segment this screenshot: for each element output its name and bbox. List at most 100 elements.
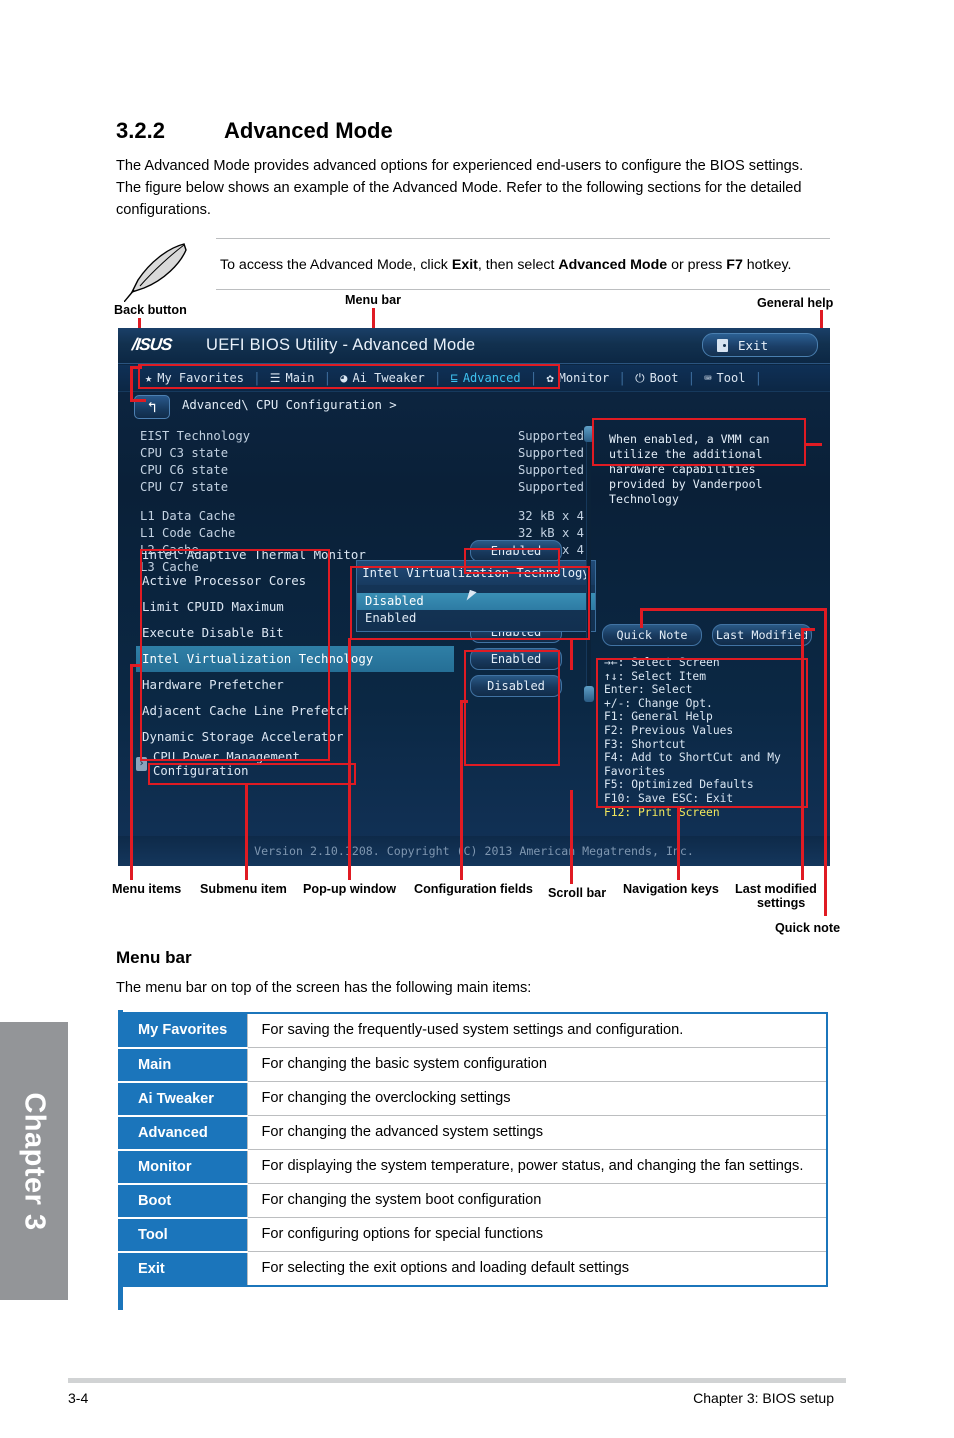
note-bold-advanced-mode: Advanced Mode: [558, 257, 668, 273]
scrollbar-thumb-down[interactable]: [584, 686, 594, 702]
leader-submenu-item: [245, 866, 248, 880]
callout-general-help: General help: [757, 296, 834, 310]
leader-menu-items: [130, 866, 133, 880]
quick-note-button[interactable]: Quick Note: [602, 624, 702, 646]
annotation-bracket-back-vert: [130, 366, 133, 402]
scrollbar-track[interactable]: [586, 440, 591, 688]
info-label: CPU C7 state: [140, 480, 229, 494]
leader-popup-window: [348, 866, 351, 880]
table-cell-key: Exit: [119, 1251, 247, 1286]
table-row: Exit For selecting the exit options and …: [119, 1251, 827, 1286]
annotation-leader-config: [460, 700, 463, 867]
scroll-bar[interactable]: [584, 426, 594, 702]
menu-item-tool-label: Tool: [716, 371, 746, 385]
menu-item-tool[interactable]: ⌨ Tool: [695, 371, 754, 385]
leader-last-modified: [801, 866, 804, 880]
section-number: 3.2.2: [116, 118, 165, 143]
exit-button[interactable]: Exit: [702, 333, 818, 357]
quill-pen-icon: [124, 243, 187, 302]
table-row: Boot For changing the system boot config…: [119, 1183, 827, 1219]
leader-quick-note: [824, 866, 827, 916]
footer-page-number: 3-4: [68, 1390, 89, 1406]
document-page: Chapter 3 3.2.2 Advanced Mode The Advance…: [0, 0, 954, 1438]
toolbox-icon: ⌨: [704, 371, 712, 385]
table-cell-key: Monitor: [119, 1149, 247, 1185]
table-cell-value: For configuring options for special func…: [246, 1217, 827, 1252]
last-modified-button[interactable]: Last Modified: [712, 624, 812, 646]
annotation-leader-popup: [348, 638, 351, 868]
annotation-box-config-field-top: [464, 548, 560, 574]
annotation-box-navigation-keys: [596, 658, 808, 808]
leader-navigation-keys: [677, 866, 680, 880]
callout-last-modified-line1: Last modified: [735, 882, 817, 896]
table-row: Main For changing the basic system confi…: [119, 1047, 827, 1083]
table-cell-key: Advanced: [119, 1115, 247, 1151]
annotation-leader-navkeys: [677, 806, 680, 868]
table-row: CPU C3 state Supported: [140, 445, 584, 462]
annotation-box-menu-items: [140, 549, 330, 761]
callout-quick-note: Quick note: [775, 921, 841, 935]
note-text-2: , then select: [477, 257, 559, 273]
callout-last-modified-settings: Last modified settings: [735, 882, 817, 910]
menubar-paragraph: The menu bar on top of the screen has th…: [116, 980, 532, 996]
info-value: Supported: [517, 480, 584, 494]
menu-item-monitor-label: Monitor: [558, 371, 610, 385]
table-row: Tool For configuring options for special…: [119, 1217, 827, 1253]
info-value: Supported: [517, 429, 584, 443]
cache-label: L1 Data Cache: [140, 509, 236, 523]
annotation-connector-quicknote-row: [640, 608, 826, 611]
callout-configuration-fields: Configuration fields: [414, 882, 533, 896]
asus-logo: /ISUS: [131, 335, 173, 354]
power-icon: ⏻: [635, 371, 645, 385]
callout-back-button: Back button: [114, 303, 187, 317]
callout-menu-items: Menu items: [112, 882, 182, 896]
annotation-connector-lastmodified: [801, 628, 815, 631]
bios-header: /ISUS UEFI BIOS Utility - Advanced Mode …: [118, 328, 830, 364]
leader-configuration-fields: [460, 866, 463, 880]
menubar-table: My Favorites For saving the frequently-u…: [118, 1012, 828, 1287]
section-intro: The Advanced Mode provides advanced opti…: [116, 158, 804, 218]
table-row: My Favorites For saving the frequently-u…: [119, 1013, 827, 1049]
table-cell-value: For changing the basic system configurat…: [246, 1047, 827, 1082]
info-value: Supported: [517, 463, 584, 477]
door-exit-icon: [717, 338, 728, 352]
annotation-box-config-fields: [464, 650, 560, 766]
bios-title: UEFI BIOS Utility - Advanced Mode: [206, 336, 476, 354]
annotation-leader-scrollbar-bottom: [570, 790, 573, 868]
bios-version-footer: Version 2.10.1208. Copyright (C) 2013 Am…: [118, 836, 830, 866]
note-rule-top: [216, 238, 830, 239]
note-bold-exit: Exit: [451, 257, 478, 273]
note-box: To access the Advanced Mode, click Exit,…: [116, 238, 830, 302]
quick-buttons: Quick Note Last Modified: [602, 624, 814, 646]
menu-item-boot-label: Boot: [649, 371, 679, 385]
footer-chapter-title: Chapter 3: BIOS setup: [693, 1390, 834, 1406]
cache-label: L1 Code Cache: [140, 526, 236, 540]
callout-menu-bar: Menu bar: [345, 293, 401, 307]
callout-scroll-bar: Scroll bar: [548, 886, 607, 900]
annotation-leader-menu-items: [130, 664, 133, 868]
row-spacer: [140, 496, 584, 508]
table-cell-key: Main: [119, 1047, 247, 1083]
info-label: EIST Technology: [140, 429, 251, 443]
table-row: CPU C6 state Supported: [140, 462, 584, 479]
section-title: Advanced Mode: [224, 118, 393, 143]
note-text-1: To access the Advanced Mode, click: [220, 257, 452, 273]
footer-rule: [68, 1378, 846, 1383]
page-title: 3.2.2 Advanced Mode: [116, 118, 393, 144]
table-cell-value: For changing the advanced system setting…: [246, 1115, 827, 1150]
table-cell-value: For changing the system boot configurati…: [246, 1183, 827, 1218]
annotation-box-general-help: [592, 418, 806, 466]
annotation-box-submenu-item: [148, 763, 356, 785]
info-label: CPU C3 state: [140, 446, 229, 460]
table-cell-value: For selecting the exit options and loadi…: [246, 1251, 827, 1286]
callout-last-modified-line2: settings: [757, 896, 806, 910]
table-row: Monitor For displaying the system temper…: [119, 1149, 827, 1185]
note-text-4: hotkey.: [742, 257, 792, 273]
table-row: L1 Data Cache 32 kB x 4: [140, 508, 584, 525]
menu-separator: |: [618, 370, 627, 386]
info-value: Supported: [517, 446, 584, 460]
note-text: To access the Advanced Mode, click Exit,…: [220, 255, 830, 275]
menubar-heading: Menu bar: [116, 948, 192, 967]
back-arrow-icon: ↰: [147, 398, 157, 416]
menu-item-boot[interactable]: ⏻ Boot: [626, 371, 687, 385]
